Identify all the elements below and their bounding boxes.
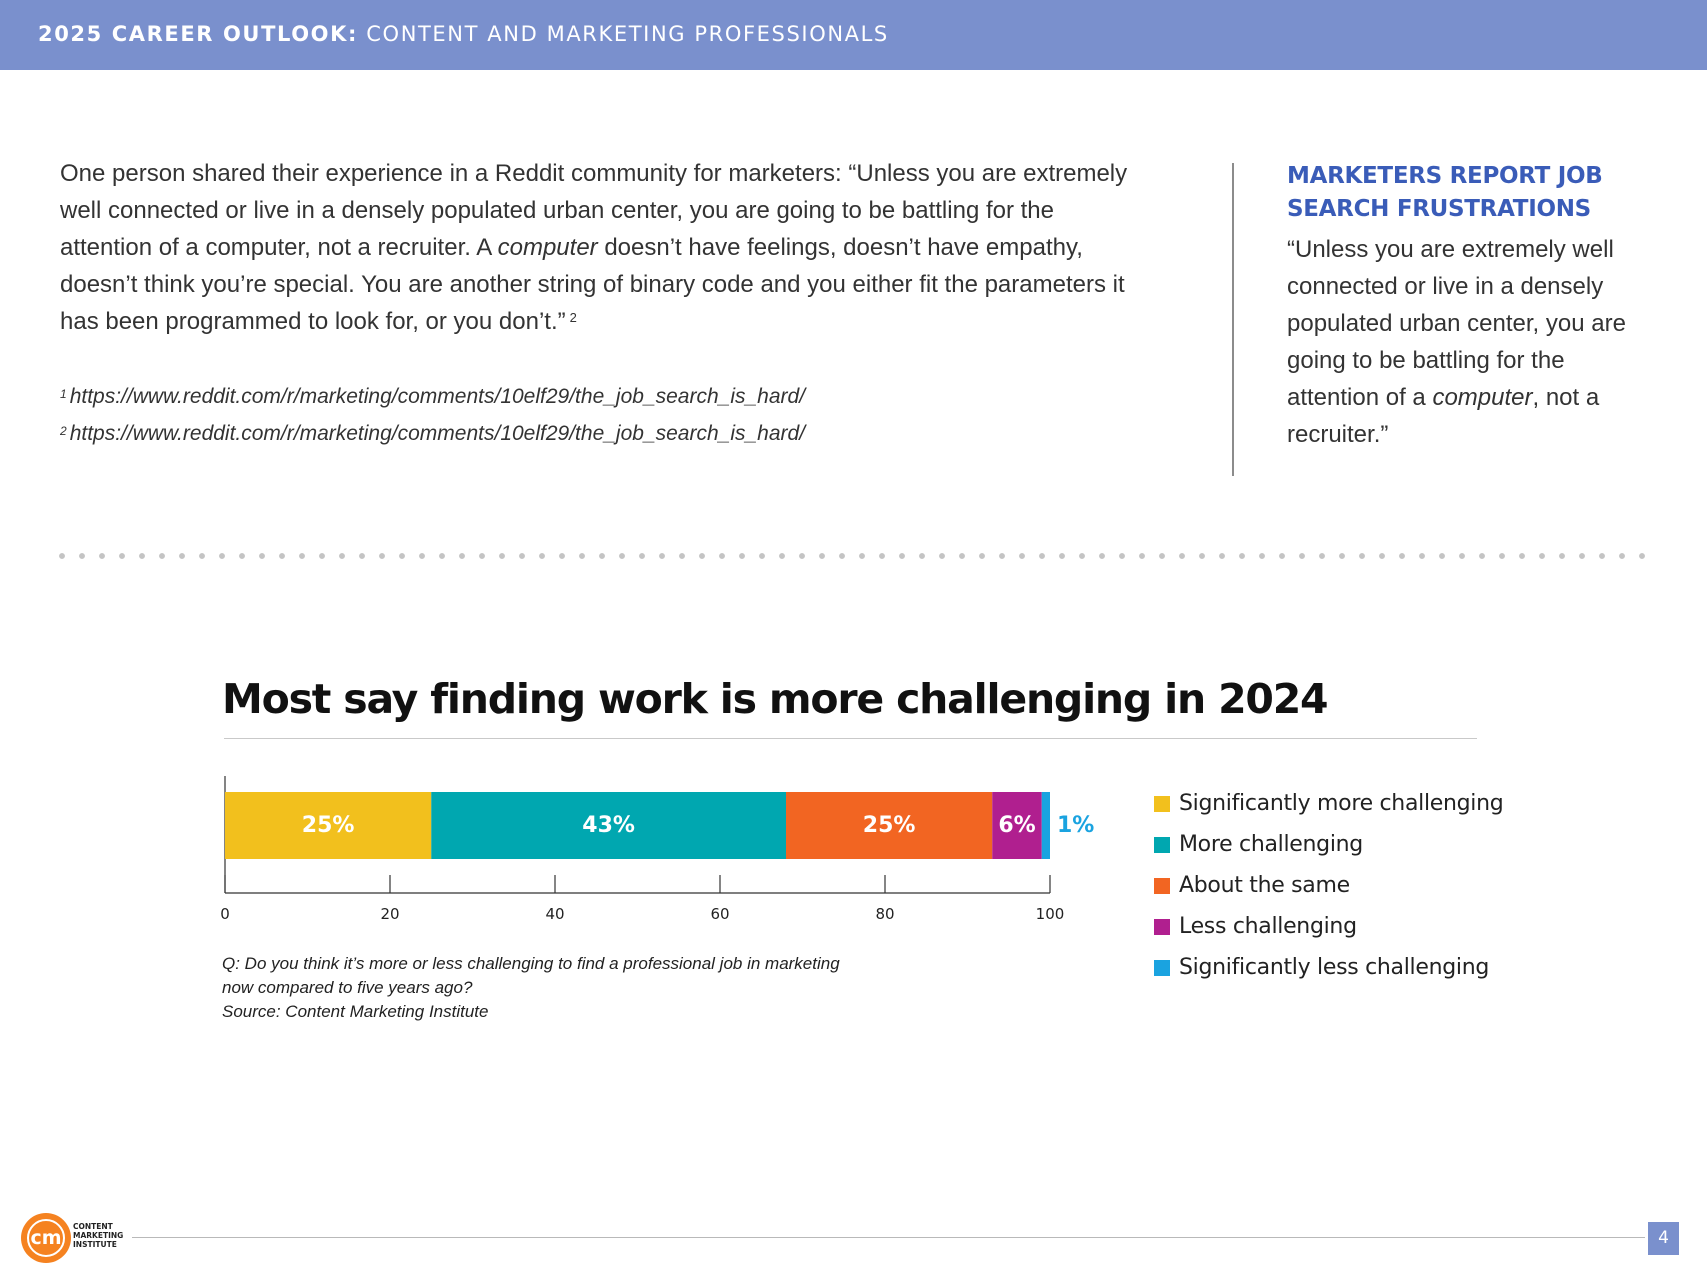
legend-swatch [1154, 918, 1170, 935]
legend-label: About the same [1179, 873, 1350, 898]
bar-value-label: 43% [582, 813, 635, 838]
chart-caption: Q: Do you think it’s more or less challe… [222, 952, 840, 1024]
legend-swatch [1154, 877, 1170, 894]
legend-item: Significantly less challenging [1154, 947, 1503, 988]
logo-line: CONTENT [73, 1222, 113, 1231]
legend-label: Significantly more challenging [1179, 791, 1504, 816]
legend-item: About the same [1154, 865, 1503, 906]
caption-line: Q: Do you think it’s more or less challe… [222, 954, 840, 973]
logo-mark: cm [27, 1219, 65, 1257]
legend-label: Significantly less challenging [1179, 955, 1490, 980]
legend-item: Less challenging [1154, 906, 1503, 947]
legend-item: Significantly more challenging [1154, 783, 1504, 824]
x-tick-label: 80 [875, 905, 894, 923]
x-tick-label: 20 [380, 905, 399, 923]
bar-value-label: 25% [302, 813, 355, 838]
legend-swatch [1154, 795, 1170, 812]
chart-legend: Significantly more challenging More chal… [1154, 783, 1504, 988]
legend-label: Less challenging [1179, 914, 1357, 939]
cmi-logo: cm [21, 1213, 71, 1263]
legend-item: More challenging [1154, 824, 1503, 865]
x-tick-label: 40 [545, 905, 564, 923]
bar-value-label: 25% [863, 813, 916, 838]
x-tick-label: 60 [710, 905, 729, 923]
bar-value-label: 1% [1057, 813, 1094, 838]
legend-swatch [1154, 959, 1170, 976]
legend-label: More challenging [1179, 832, 1363, 857]
x-tick-label: 0 [220, 905, 230, 923]
page-number: 4 [1648, 1222, 1679, 1255]
bar-value-label: 6% [998, 813, 1035, 838]
x-tick-label: 100 [1036, 905, 1065, 923]
footer-rule [132, 1237, 1645, 1238]
logo-line: INSTITUTE [73, 1240, 117, 1249]
legend-swatch [1154, 836, 1170, 853]
stacked-bar-chart: 0 20 40 60 80 100 25% 43% 25% 6% 1% [220, 776, 1094, 923]
logo-wordmark: CONTENT MARKETING INSTITUTE [73, 1222, 123, 1249]
logo-line: MARKETING [73, 1231, 124, 1240]
bar-segment [1041, 792, 1050, 859]
caption-line: now compared to five years ago? [222, 978, 473, 997]
caption-line: Source: Content Marketing Institute [222, 1002, 489, 1021]
